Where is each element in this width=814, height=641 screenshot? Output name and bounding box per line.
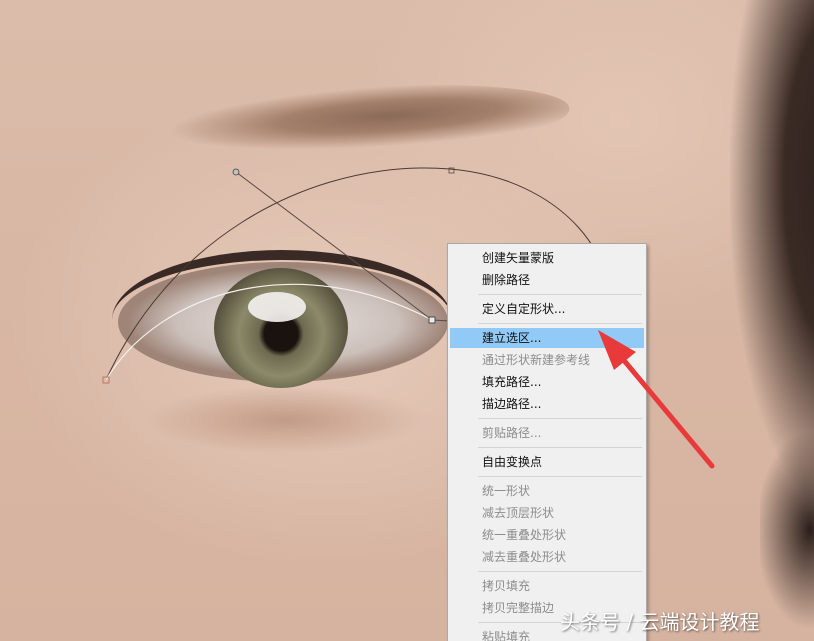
red-arrow-annotation-icon [598,330,715,469]
photo-canvas[interactable]: 创建矢量蒙版 删除路径 定义自定形状... 建立选区... 通过形状新建参考线 … [0,0,814,641]
watermark-text: 头条号 / 云端设计教程 [560,610,760,634]
